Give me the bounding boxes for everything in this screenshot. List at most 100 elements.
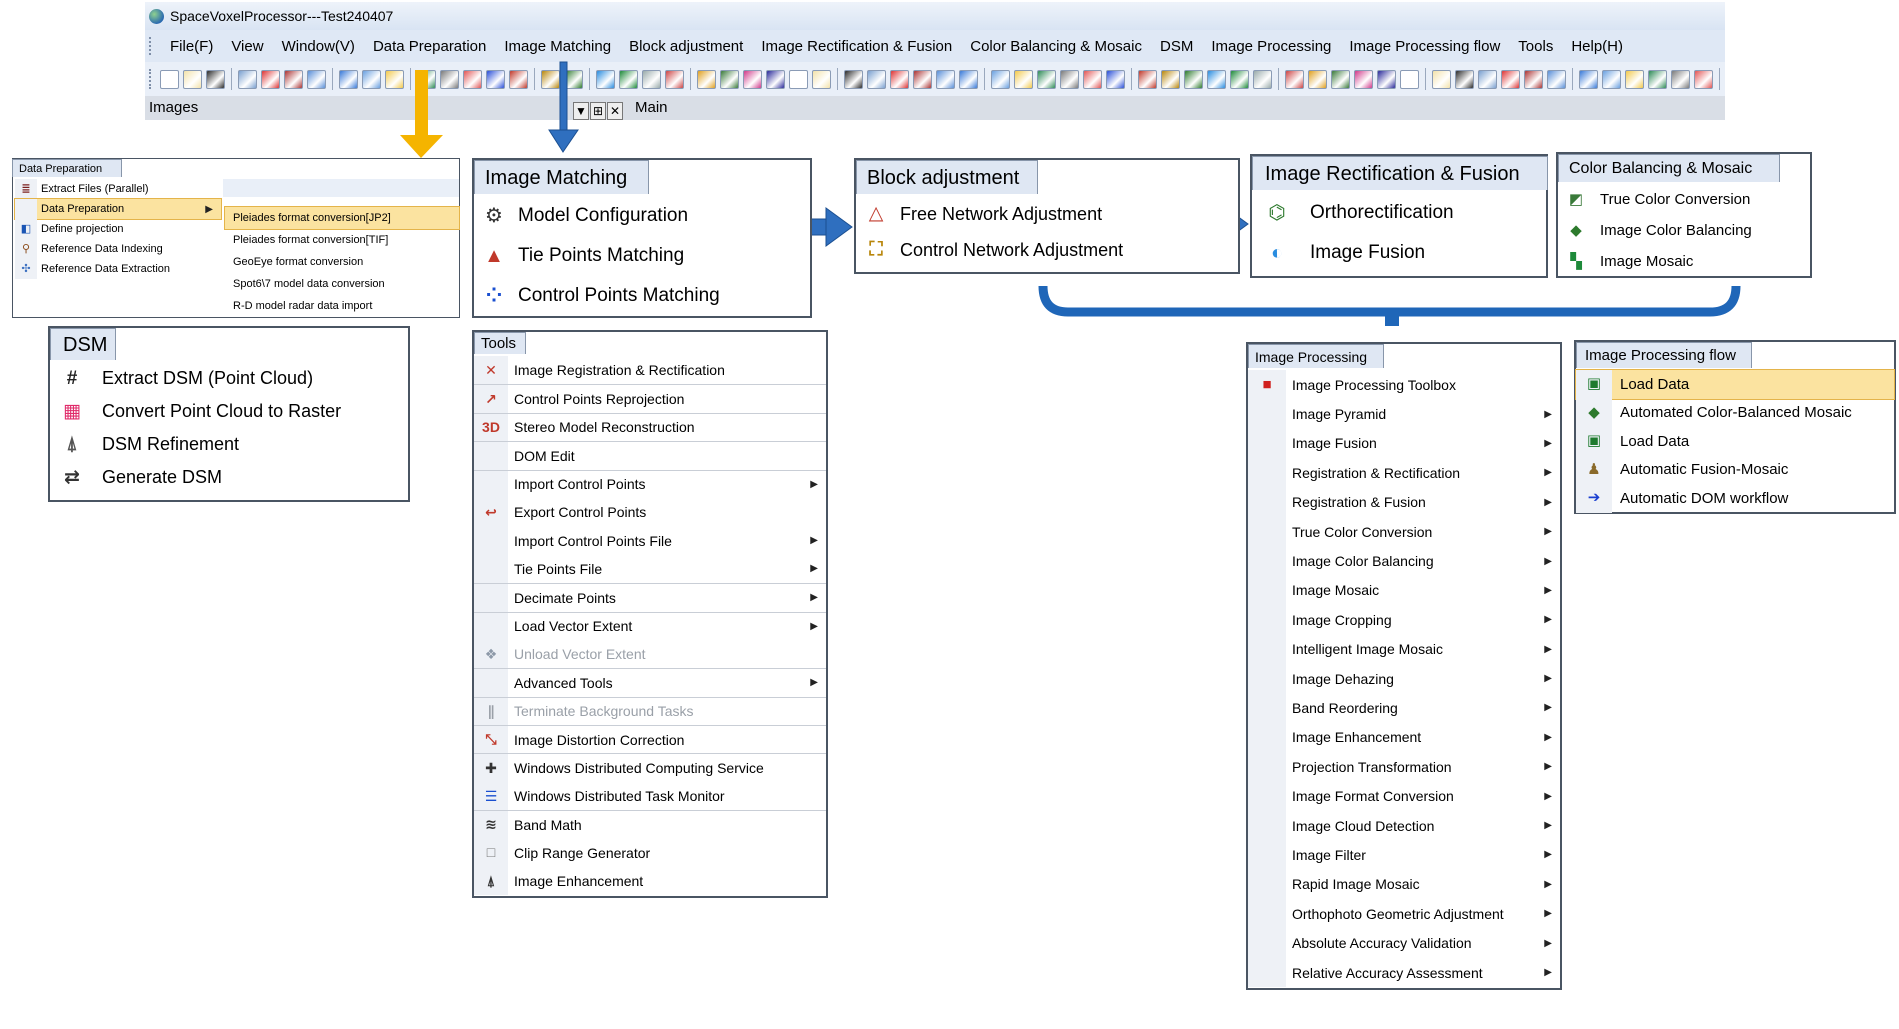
tools-item-windows-distributed-computing-service[interactable]: ✚ Windows Distributed Computing Service [474,753,826,782]
dsm-item-convert-point-cloud-to-raster[interactable]: ▦ Convert Point Cloud to Raster [50,395,408,428]
ip-item-relative-accuracy-assessment[interactable]: Relative Accuracy Assessment ▶ [1248,957,1560,988]
dp-item-reference-data-indexing[interactable]: ⚲ Reference Data Indexing [15,239,221,259]
ip-item-rapid-image-mosaic[interactable]: Rapid Image Mosaic ▶ [1248,869,1560,900]
ip-item-band-reordering[interactable]: Band Reordering ▶ [1248,693,1560,723]
submenu-arrow-icon: ▶ [1544,437,1552,449]
rf-item-image-fusion[interactable]: ◐ Image Fusion [1252,233,1546,273]
dp-submenu-item[interactable]: Spot6\7 model data conversion [225,273,459,295]
row-icon-slot [1248,663,1286,694]
tools-item-tie-points-file[interactable]: Tie Points File ▶ [474,554,826,584]
tools-item-image-enhancement[interactable]: ⍋ Image Enhancement [474,867,826,896]
submenu-arrow-icon: ▶ [1544,731,1552,743]
submenu-arrow-icon: ▶ [1544,967,1552,978]
pf-item-automatic-fusion-mosaic[interactable]: ♟ Automatic Fusion-Mosaic [1576,455,1894,484]
menu-item-label: Image Fusion [1292,435,1377,452]
dp-item-define-projection[interactable]: ◧ Define projection [15,219,221,239]
dp-submenu-item[interactable]: Pleiades format conversion[JP2] [224,206,460,230]
fusion-mosaic-icon: ♟ [1587,460,1601,478]
dsm-panel: DSM # Extract DSM (Point Cloud) ▦ Convert P… [48,326,410,502]
tools-item-stereo-model-reconstruction[interactable]: 3D Stereo Model Reconstruction [474,412,826,442]
ip-item-image-color-balancing[interactable]: Image Color Balancing ▶ [1248,546,1560,576]
dp-item-data-preparation[interactable]: Data Preparation ▶ [14,198,222,220]
tools-item-band-math[interactable]: ≋ Band Math [474,810,826,839]
dp-submenu-item[interactable]: GeoEye format conversion [225,251,459,273]
ip-item-image-enhancement[interactable]: Image Enhancement ▶ [1248,722,1560,753]
submenu-arrow-icon: ▶ [1544,555,1552,567]
dp-item-extract-files-parallel[interactable]: ≣ Extract Files (Parallel) [15,179,221,199]
im-item-control-points-matching[interactable]: ⁘ Control Points Matching [474,276,810,316]
ip-item-image-fusion[interactable]: Image Fusion ▶ [1248,428,1560,459]
pf-item-load-data[interactable]: ▣ Load Data [1575,369,1895,400]
tools-item-clip-range-generator[interactable]: □ Clip Range Generator [474,838,826,868]
dp-item-reference-data-extraction[interactable]: ✣ Reference Data Extraction [15,259,221,279]
blue-bracket-icon [1038,285,1741,326]
rf-item-orthorectification[interactable]: ⌬ Orthorectification [1252,193,1546,233]
ip-item-registration-fusion[interactable]: Registration & Fusion ▶ [1248,487,1560,517]
tools-item-image-distortion-correction[interactable]: ⤡ Image Distortion Correction [474,725,826,754]
ip-item-image-cropping[interactable]: Image Cropping ▶ [1248,605,1560,635]
row-icon-slot: ⇄ [50,467,94,489]
im-item-tie-points-matching[interactable]: ▲ Tie Points Matching [474,236,810,276]
tools-item-load-vector-extent[interactable]: Load Vector Extent ▶ [474,611,826,640]
tools-item-import-control-points-file[interactable]: Import Control Points File ▶ [474,526,826,555]
ip-item-image-mosaic[interactable]: Image Mosaic ▶ [1248,575,1560,606]
menu-item-label: Image Processing Toolbox [1292,376,1456,393]
menu-item-label: Tie Points Matching [518,245,685,266]
menu-item-label: Automatic Fusion-Mosaic [1620,461,1789,479]
row-icon-slot: ▦ [50,401,94,423]
ip-item-image-pyramid[interactable]: Image Pyramid ▶ [1248,399,1560,429]
tools-item-image-registration-rectification[interactable]: ✕ Image Registration & Rectification [474,356,826,385]
tools-item-windows-distributed-task-monitor[interactable]: ☰ Windows Distributed Task Monitor [474,781,826,811]
ip-item-projection-transformation[interactable]: Projection Transformation ▶ [1248,752,1560,782]
ip-item-intelligent-image-mosaic[interactable]: Intelligent Image Mosaic ▶ [1248,634,1560,664]
tools-item-decimate-points[interactable]: Decimate Points ▶ [474,583,826,612]
submenu-arrow-icon: ▶ [1544,849,1552,861]
im-item-model-configuration[interactable]: ⚙ Model Configuration [474,196,810,236]
cb-item-image-mosaic[interactable]: ▚ Image Mosaic [1558,246,1810,277]
tools-item-export-control-points[interactable]: ↩ Export Control Points [474,497,826,527]
dsm-item-generate-dsm[interactable]: ⇄ Generate DSM [50,461,408,494]
dsm-item-extract-dsm-point-cloud[interactable]: # Extract DSM (Point Cloud) [50,362,408,395]
row-icon-slot: ⍋ [50,434,94,456]
blank-icon [20,203,33,216]
blank-icon [483,618,500,635]
dp-submenu-item[interactable]: R-D model radar data import [225,295,459,317]
menu-item-label: Rapid Image Mosaic [1292,876,1420,893]
row-icon-slot: ◩ [1558,191,1594,209]
ip-item-image-cloud-detection[interactable]: Image Cloud Detection ▶ [1248,810,1560,841]
pf-item-load-data[interactable]: ▣ Load Data [1576,427,1894,456]
menu-item-label: Orthophoto Geometric Adjustment [1292,905,1504,922]
row-icon-slot: ✚ [474,754,508,782]
tools-item-dom-edit[interactable]: DOM Edit [474,441,826,470]
ip-item-image-filter[interactable]: Image Filter ▶ [1248,840,1560,870]
data-preparation-title: Data Preparation [12,159,122,177]
ip-item-orthophoto-geometric-adjustment[interactable]: Orthophoto Geometric Adjustment ▶ [1248,899,1560,929]
tools-item-import-control-points[interactable]: Import Control Points ▶ [474,469,826,498]
ip-item-true-color-conversion[interactable]: True Color Conversion ▶ [1248,516,1560,547]
cb-item-true-color-conversion[interactable]: ◩ True Color Conversion [1558,184,1810,215]
pf-item-automatic-dom-workflow[interactable]: ➔ Automatic DOM workflow [1576,484,1894,513]
blank-icon [483,476,500,493]
submenu-arrow-icon: ▶ [1544,937,1552,949]
generate-icon: ⇄ [64,466,80,488]
tools-title: Tools [474,332,526,354]
cb-item-image-color-balancing[interactable]: ◆ Image Color Balancing [1558,215,1810,246]
tools-item-control-points-reprojection[interactable]: ↗ Control Points Reprojection [474,384,826,413]
tools-item-advanced-tools[interactable]: Advanced Tools ▶ [474,668,826,697]
ba-item-free-network-adjustment[interactable]: △ Free Network Adjustment [856,196,1238,232]
dp-submenu-item[interactable]: Pleiades format conversion[TIF] [225,229,459,251]
ba-item-control-network-adjustment[interactable]: ⛶ Control Network Adjustment [856,232,1238,268]
ip-item-registration-rectification[interactable]: Registration & Rectification ▶ [1248,458,1560,488]
ip-item-image-processing-toolbox[interactable]: ■ Image Processing Toolbox [1248,370,1560,400]
ip-item-image-dehazing[interactable]: Image Dehazing ▶ [1248,663,1560,694]
ip-item-absolute-accuracy-validation[interactable]: Absolute Accuracy Validation ▶ [1248,928,1560,958]
row-icon-slot: △ [856,203,896,225]
menu-item-label: Automated Color-Balanced Mosaic [1620,404,1852,422]
dsm-item-dsm-refinement[interactable]: ⍋ DSM Refinement [50,428,408,461]
dp-submenu-label: GeoEye format conversion [233,256,364,268]
menu-item-label: True Color Conversion [1292,523,1433,540]
pf-item-automated-color-balanced-mosaic[interactable]: ◆ Automated Color-Balanced Mosaic [1576,398,1894,427]
ip-item-image-format-conversion[interactable]: Image Format Conversion ▶ [1248,781,1560,811]
menu-item-label: True Color Conversion [1600,191,1751,208]
blank-icon [1258,817,1276,835]
